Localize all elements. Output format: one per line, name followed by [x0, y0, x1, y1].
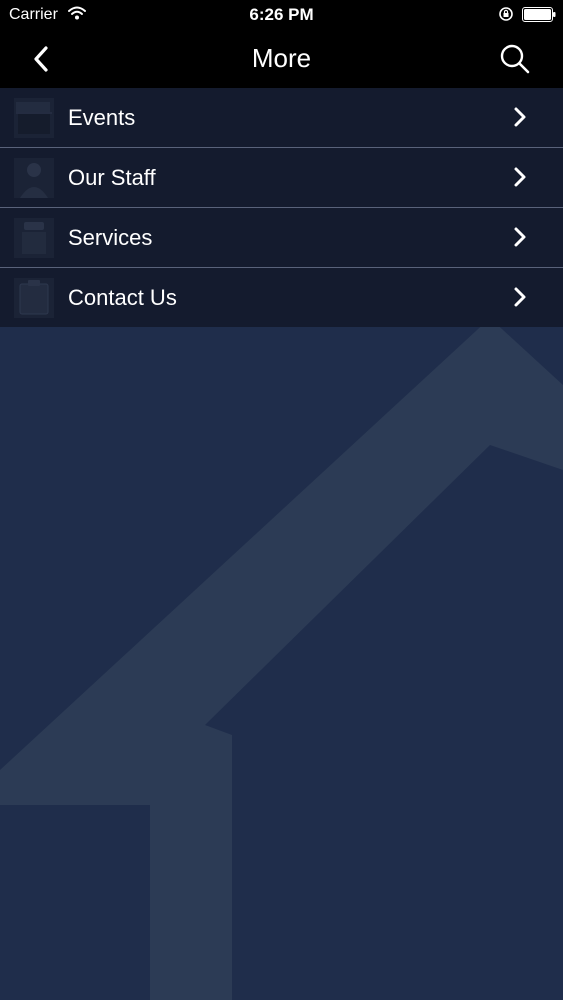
search-icon	[500, 44, 530, 74]
menu-item-label: Events	[68, 105, 136, 130]
chevron-right-icon	[514, 227, 526, 247]
more-menu-list: Events Our Staff Services Contact Us	[0, 88, 563, 327]
menu-item-label: Services	[68, 225, 153, 250]
menu-item-our-staff[interactable]: Our Staff	[0, 148, 563, 208]
status-bar: Carrier 6:26 PM	[0, 0, 563, 30]
events-thumbnail	[14, 98, 54, 138]
page-title: More	[251, 43, 312, 73]
menu-item-services[interactable]: Services	[0, 208, 563, 268]
navigation-bar: More	[0, 30, 563, 88]
battery-icon	[522, 7, 556, 22]
contact-thumbnail	[14, 278, 54, 318]
search-button[interactable]	[492, 38, 538, 80]
menu-item-label: Contact Us	[68, 285, 177, 310]
menu-item-contact-us[interactable]: Contact Us	[0, 268, 563, 327]
menu-item-events[interactable]: Events	[0, 88, 563, 148]
status-time: 6:26 PM	[249, 5, 314, 24]
chevron-right-icon	[514, 107, 526, 127]
chevron-right-icon	[514, 287, 526, 307]
menu-item-label: Our Staff	[68, 165, 156, 190]
orientation-lock-icon	[499, 7, 513, 21]
services-thumbnail	[14, 218, 54, 258]
chevron-right-icon	[514, 167, 526, 187]
staff-thumbnail	[14, 158, 54, 198]
